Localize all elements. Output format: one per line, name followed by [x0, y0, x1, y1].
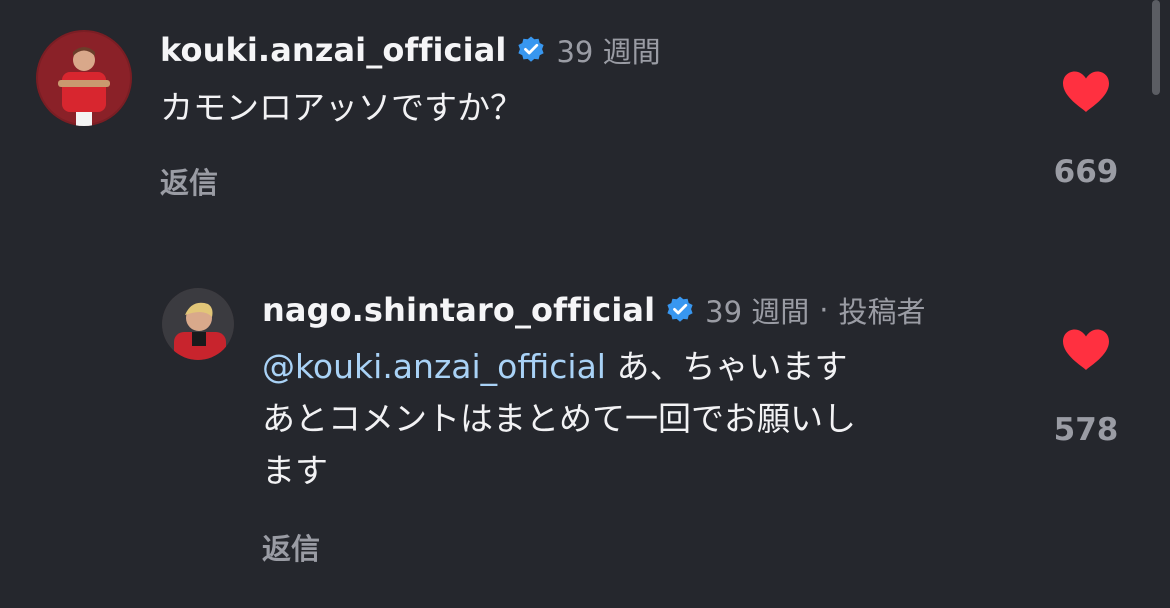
comment-header: kouki.anzai_official 39 週間: [160, 29, 661, 71]
verified-badge-icon: [665, 295, 695, 325]
comments-screen: kouki.anzai_official 39 週間 カモンロアッソですか？ 返…: [0, 0, 1170, 608]
mention-link[interactable]: @kouki.anzai_official: [262, 347, 606, 386]
verified-badge-icon: [516, 35, 546, 65]
like-control: 669: [1046, 70, 1126, 190]
comment-body: カモンロアッソですか？: [160, 88, 523, 127]
like-count: 578: [1053, 412, 1119, 448]
heart-icon[interactable]: [1061, 328, 1111, 372]
reply-button[interactable]: 返信: [160, 160, 218, 202]
scrollbar[interactable]: [1152, 0, 1160, 95]
username[interactable]: nago.shintaro_official: [262, 291, 655, 329]
comment-text: カモンロアッソですか？: [160, 82, 523, 134]
like-control: 578: [1046, 328, 1126, 448]
avatar-kouki[interactable]: [36, 30, 132, 126]
author-tag: 投稿者: [838, 295, 926, 329]
comment-age: 39 週間: [556, 35, 661, 69]
avatar-image: [162, 288, 234, 360]
avatar-nago[interactable]: [162, 288, 234, 360]
comment-line: @kouki.anzai_official あ、ちゃいます: [262, 341, 856, 393]
comment-body-line3: ます: [262, 451, 328, 490]
like-count: 669: [1053, 154, 1119, 190]
avatar-image: [36, 30, 132, 126]
comment-age: 39 週間: [705, 295, 810, 329]
comment-body-line1: あ、ちゃいます: [616, 347, 848, 386]
comment-text: @kouki.anzai_official あ、ちゃいます あとコメントはまとめ…: [262, 341, 856, 497]
heart-icon[interactable]: [1061, 70, 1111, 114]
comment-body-line2: あとコメントはまとめて一回でお願いし: [262, 399, 856, 438]
comment-header: nago.shintaro_official 39 週間 · 投稿者: [262, 289, 926, 331]
reply-button[interactable]: 返信: [262, 526, 320, 568]
username[interactable]: kouki.anzai_official: [160, 31, 506, 69]
meta-separator: ·: [819, 293, 829, 327]
